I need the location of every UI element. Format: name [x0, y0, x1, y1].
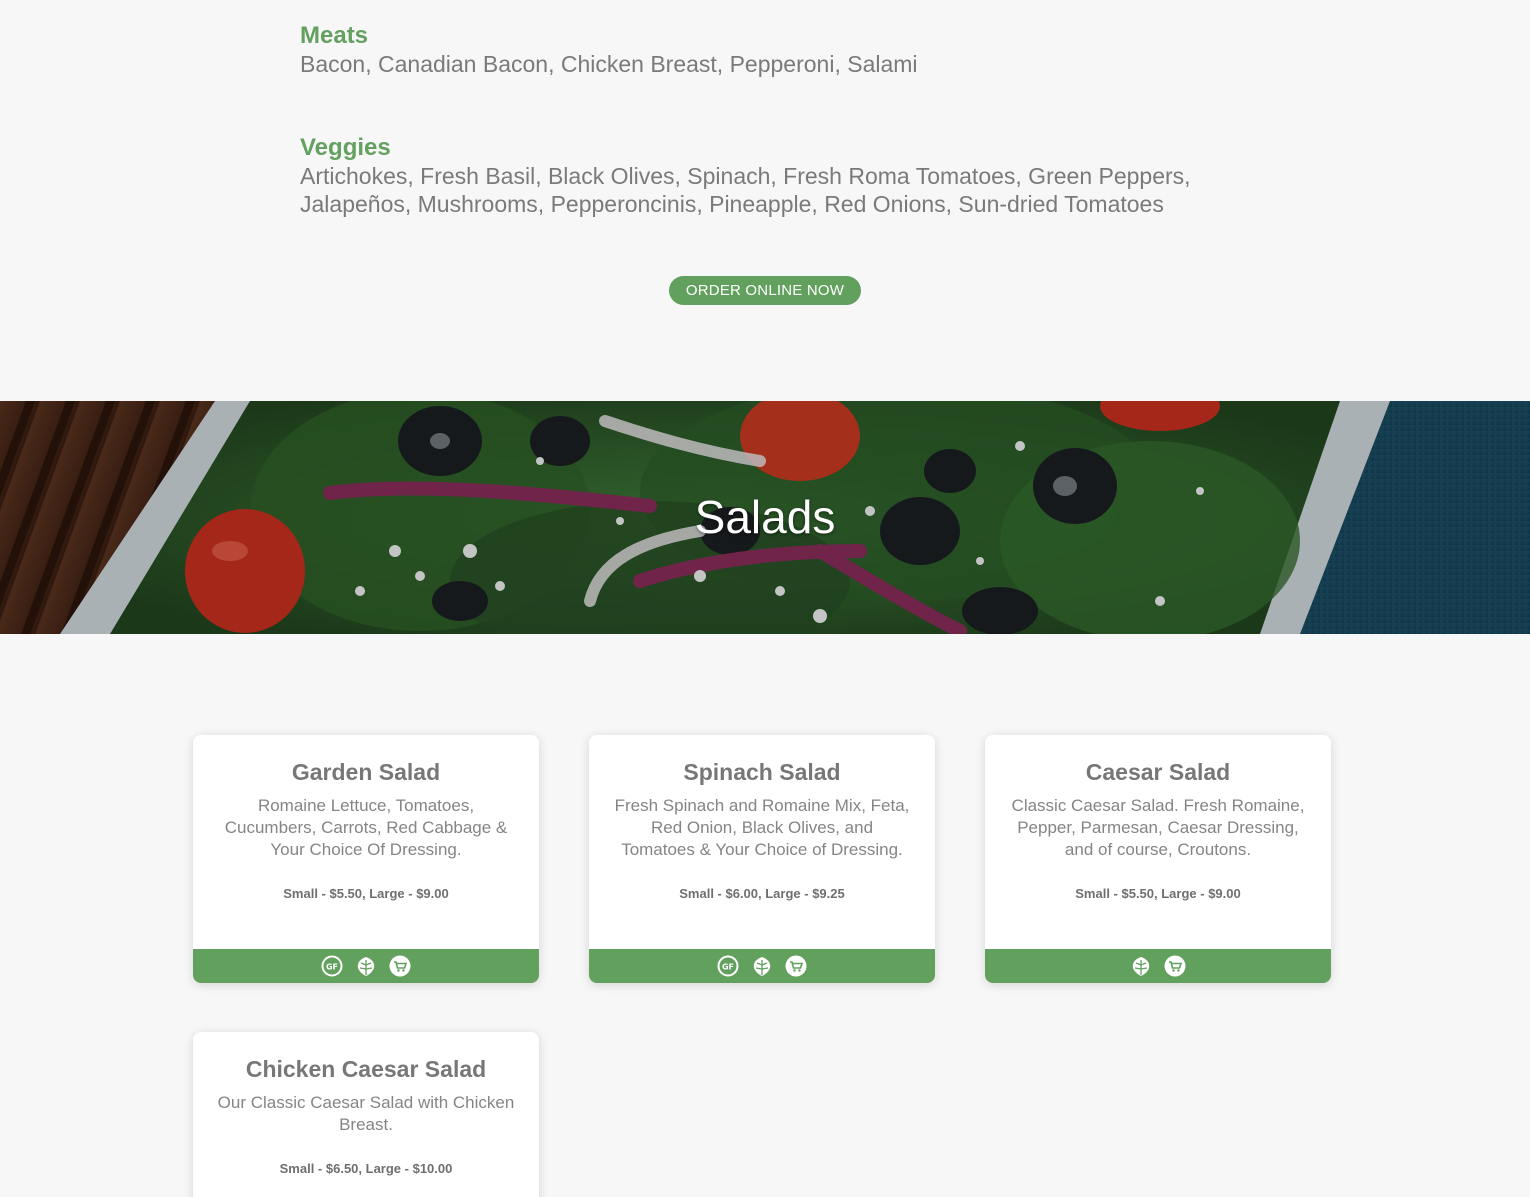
card-description: Our Classic Caesar Salad with Chicken Br… [217, 1093, 515, 1134]
card-price: Small - $6.50, Large - $10.00 [279, 1161, 453, 1176]
cart-icon[interactable] [389, 955, 411, 977]
card-footer: GF [193, 949, 539, 983]
card-price: Small - $5.50, Large - $9.00 [1075, 886, 1241, 901]
menu-card-garden-salad: Garden Salad Romaine Lettuce, Tomatoes, … [193, 735, 539, 983]
menu-card-chicken-caesar-salad: Chicken Caesar Salad Our Classic Caesar … [193, 1032, 539, 1197]
cart-icon[interactable] [785, 955, 807, 977]
vegetarian-leaf-icon [355, 955, 377, 977]
card-title: Chicken Caesar Salad [245, 1056, 487, 1082]
card-description: Classic Caesar Salad. Fresh Romaine, Pep… [1011, 796, 1305, 859]
cart-icon[interactable] [1164, 955, 1186, 977]
card-description: Fresh Spinach and Romaine Mix, Feta, Red… [614, 796, 910, 859]
toppings-section: Meats Bacon, Canadian Bacon, Chicken Bre… [300, 22, 1220, 274]
card-footer: GF [589, 949, 935, 983]
meats-group: Meats Bacon, Canadian Bacon, Chicken Bre… [300, 22, 1220, 78]
salads-heading: Salads [694, 491, 836, 543]
card-title: Spinach Salad [683, 759, 841, 785]
order-online-button[interactable]: ORDER ONLINE NOW [669, 276, 861, 305]
menu-page: Meats Bacon, Canadian Bacon, Chicken Bre… [0, 0, 1530, 1197]
card-price: Small - $6.00, Large - $9.25 [679, 886, 845, 901]
meats-list: Bacon, Canadian Bacon, Chicken Breast, P… [300, 51, 918, 77]
card-title: Caesar Salad [1085, 759, 1231, 785]
veggies-list: Artichokes, Fresh Basil, Black Olives, S… [300, 163, 1191, 217]
menu-card-caesar-salad: Caesar Salad Classic Caesar Salad. Fresh… [985, 735, 1331, 983]
svg-text:GF: GF [722, 963, 734, 972]
card-price: Small - $5.50, Large - $9.00 [283, 886, 449, 901]
card-description: Romaine Lettuce, Tomatoes, Cucumbers, Ca… [224, 796, 508, 859]
card-footer [985, 949, 1331, 983]
gluten-free-icon: GF [717, 955, 739, 977]
meats-heading: Meats [300, 22, 369, 49]
menu-card-spinach-salad: Spinach Salad Fresh Spinach and Romaine … [589, 735, 935, 983]
veggies-group: Veggies Artichokes, Fresh Basil, Black O… [300, 134, 1220, 218]
vegetarian-leaf-icon [1130, 955, 1152, 977]
veggies-heading: Veggies [300, 134, 391, 161]
svg-text:GF: GF [326, 963, 338, 972]
vegetarian-leaf-icon [751, 955, 773, 977]
card-title: Garden Salad [291, 759, 441, 785]
gluten-free-icon: GF [321, 955, 343, 977]
